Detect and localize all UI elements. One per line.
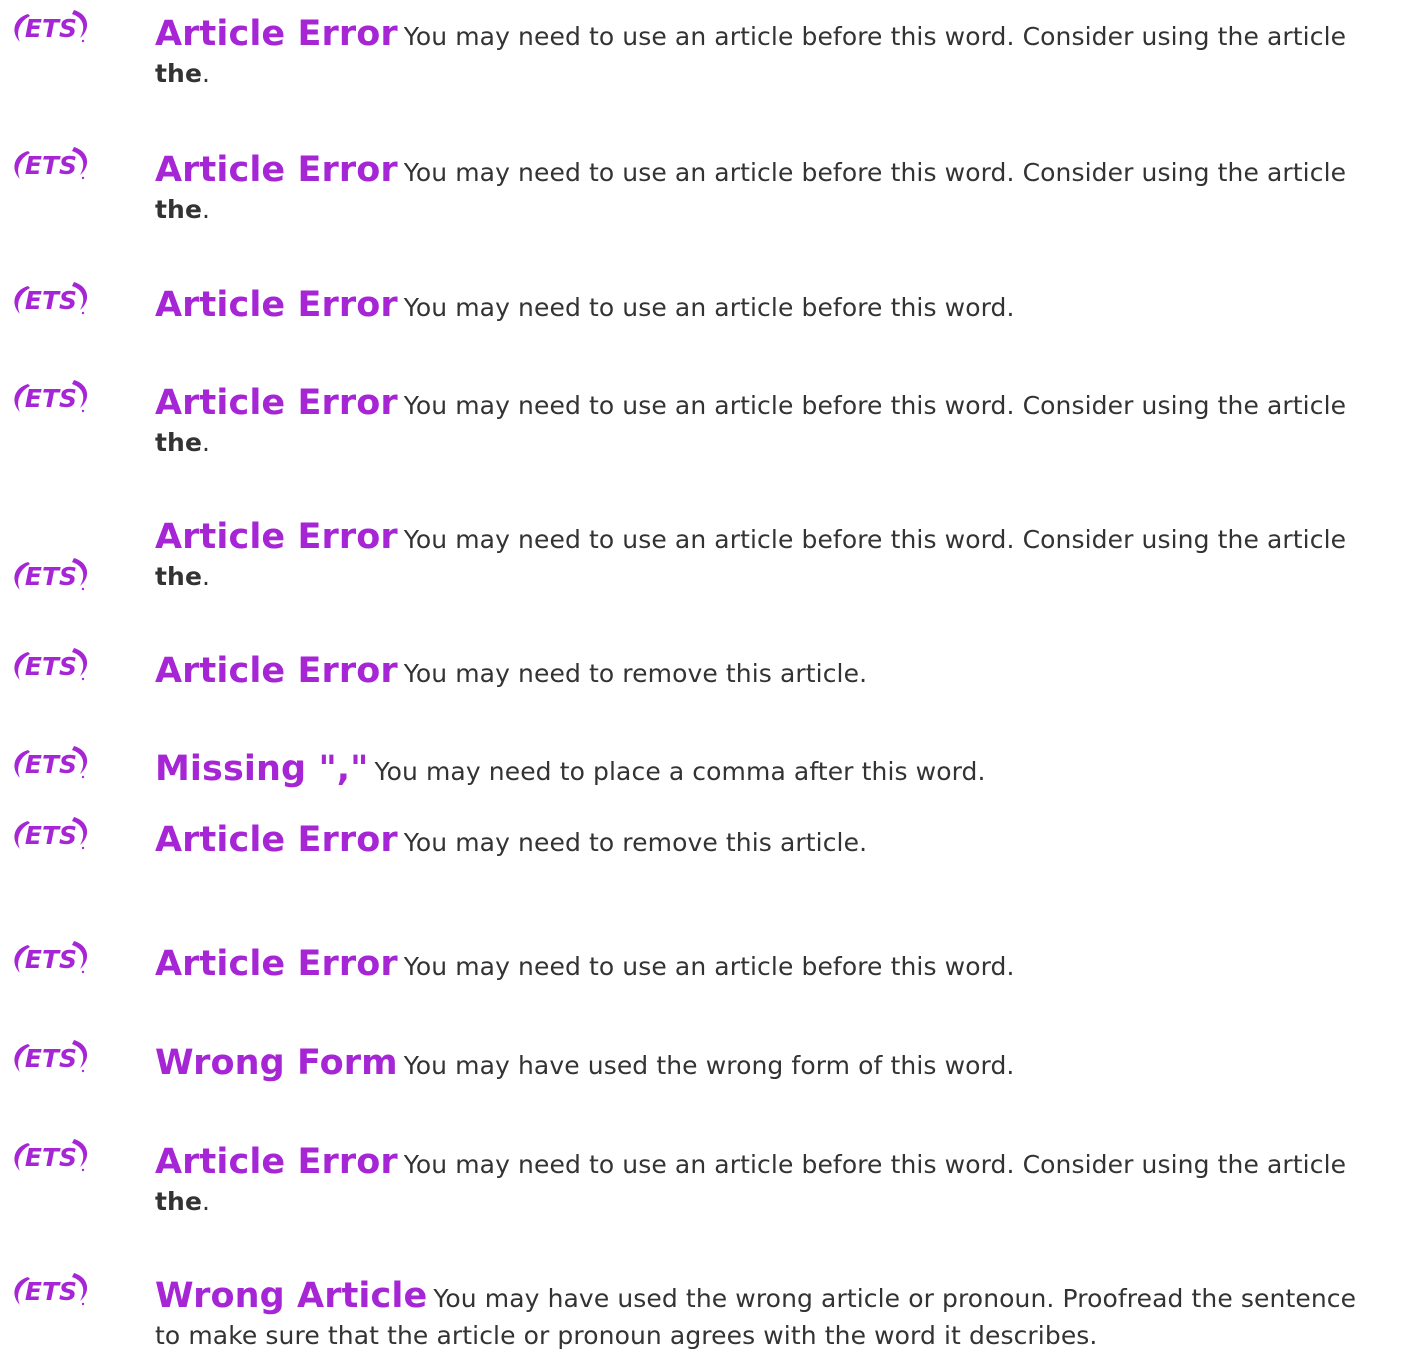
svg-text:ETS: ETS: [25, 1044, 77, 1073]
feedback-text: Article Error You may need to use an arti…: [155, 152, 1389, 228]
ets-logo-icon: ETS: [8, 744, 94, 784]
svg-text:ETS: ETS: [25, 1277, 77, 1306]
feedback-punctuation: .: [202, 1187, 211, 1216]
svg-text:ETS: ETS: [25, 384, 77, 413]
ets-logo-icon: ETS: [8, 1038, 94, 1078]
feedback-description: You may need to use an article before th…: [403, 158, 1347, 187]
ets-logo-icon: ETS: [8, 8, 94, 48]
feedback-text: Article Error You may need to use an arti…: [155, 385, 1389, 461]
suggested-word: the: [155, 195, 203, 224]
suggested-word: the: [155, 562, 203, 591]
feedback-punctuation: .: [202, 562, 211, 591]
feedback-punctuation: .: [202, 195, 211, 224]
feedback-description: You may need to use an article before th…: [403, 952, 1015, 981]
feedback-text: Article Error You may need to use an arti…: [155, 287, 1389, 326]
ets-logo-icon: ETS: [8, 378, 94, 418]
feedback-title: Article Error: [155, 285, 398, 325]
feedback-text: Missing "," You may need to place a comma…: [155, 751, 1389, 790]
feedback-description: You may need to remove this article.: [403, 659, 868, 688]
feedback-description: You may need to place a comma after this…: [374, 757, 986, 786]
suggested-word: the: [155, 1187, 203, 1216]
feedback-punctuation: .: [202, 59, 211, 88]
feedback-title: Article Error: [155, 944, 398, 984]
ets-logo-icon: ETS: [8, 646, 94, 686]
feedback-text: Wrong Article You may have used the wrong…: [155, 1278, 1389, 1354]
svg-text:ETS: ETS: [25, 945, 77, 974]
svg-text:ETS: ETS: [25, 821, 77, 850]
feedback-punctuation: .: [202, 428, 211, 457]
svg-text:ETS: ETS: [25, 151, 77, 180]
feedback-description: You may need to use an article before th…: [403, 525, 1347, 554]
svg-text:ETS: ETS: [25, 1143, 77, 1172]
ets-logo-icon: ETS: [8, 556, 94, 596]
feedback-title: Wrong Form: [155, 1043, 398, 1083]
feedback-title: Article Error: [155, 651, 398, 691]
feedback-description: You may need to use an article before th…: [403, 22, 1347, 51]
ets-logo-icon: ETS: [8, 1137, 94, 1177]
svg-text:ETS: ETS: [25, 562, 77, 591]
svg-text:ETS: ETS: [25, 652, 77, 681]
svg-text:ETS: ETS: [25, 14, 77, 43]
feedback-title: Article Error: [155, 14, 398, 54]
feedback-title: Article Error: [155, 150, 398, 190]
feedback-text: Article Error You may need to use an arti…: [155, 946, 1389, 985]
feedback-title: Article Error: [155, 517, 398, 557]
feedback-description: You may need to use an article before th…: [403, 1150, 1347, 1179]
feedback-description: You may need to use an article before th…: [403, 391, 1347, 420]
feedback-text: Wrong Form You may have used the wrong fo…: [155, 1045, 1389, 1084]
feedback-description: You may need to use an article before th…: [403, 293, 1015, 322]
feedback-title: Article Error: [155, 820, 398, 860]
feedback-title: Article Error: [155, 1142, 398, 1182]
ets-logo-icon: ETS: [8, 1271, 94, 1311]
suggested-word: the: [155, 59, 203, 88]
feedback-text: Article Error You may need to use an arti…: [155, 1144, 1389, 1220]
feedback-text: Article Error You may need to remove this…: [155, 822, 1389, 861]
svg-text:ETS: ETS: [25, 286, 77, 315]
feedback-text: Article Error You may need to use an arti…: [155, 16, 1389, 92]
feedback-description: You may have used the wrong form of this…: [403, 1051, 1015, 1080]
feedback-description: You may need to remove this article.: [403, 828, 868, 857]
feedback-title: Missing ",": [155, 749, 369, 789]
ets-logo-icon: ETS: [8, 280, 94, 320]
ets-logo-icon: ETS: [8, 815, 94, 855]
suggested-word: the: [155, 428, 203, 457]
feedback-text: Article Error You may need to remove this…: [155, 653, 1389, 692]
feedback-title: Article Error: [155, 383, 398, 423]
ets-logo-icon: ETS: [8, 145, 94, 185]
feedback-text: Article Error You may need to use an arti…: [155, 519, 1389, 595]
svg-text:ETS: ETS: [25, 750, 77, 779]
feedback-title: Wrong Article: [155, 1276, 428, 1316]
ets-logo-icon: ETS: [8, 939, 94, 979]
